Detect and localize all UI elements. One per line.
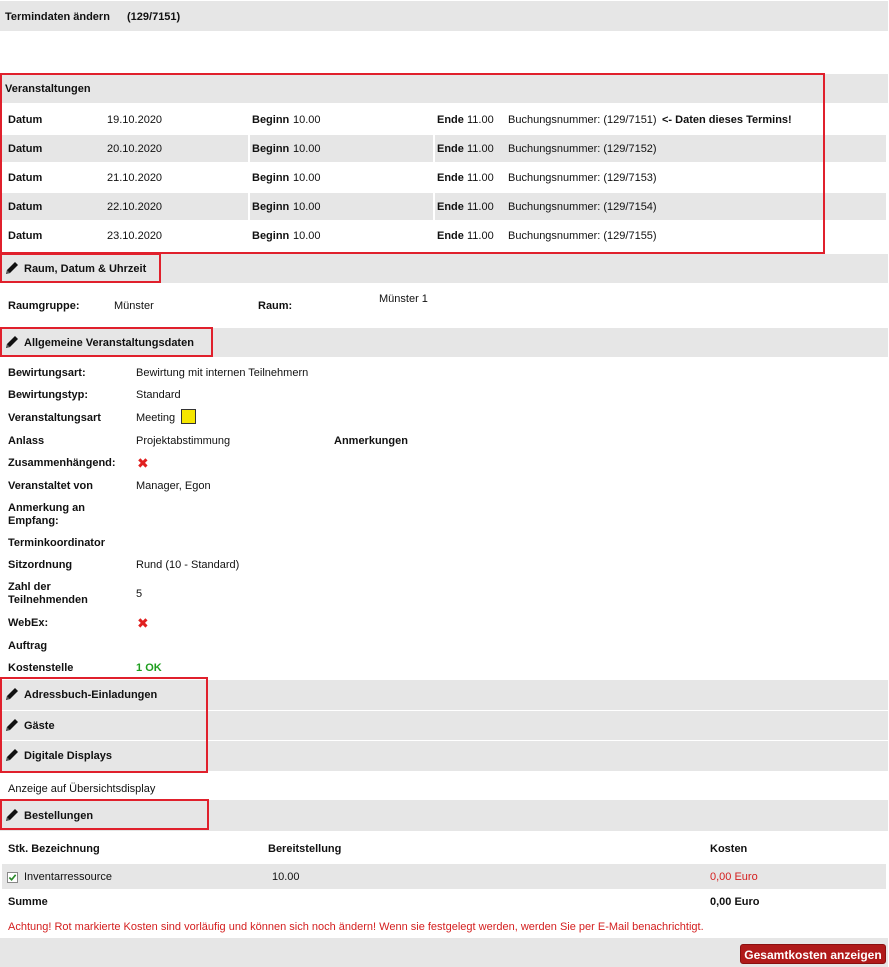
webex-label: WebEx: (8, 617, 49, 629)
highlight-box-events (0, 73, 825, 254)
sitzordnung-label: Sitzordnung (8, 559, 73, 571)
cross-icon: ✖ (137, 615, 149, 631)
orders-col-kosten: Kosten (710, 843, 748, 855)
veranstaltungsart-label: Veranstaltungsart (8, 412, 101, 424)
table-row: Inventarressource 10.00 0,00 Euro (2, 864, 886, 889)
display-note: Anzeige auf Übersichtsdisplay (8, 783, 156, 795)
teilnehmer-value: 5 (136, 588, 143, 600)
kostenstelle-value: 1 OK (136, 662, 162, 674)
room-group-value: Münster (114, 300, 154, 312)
room-label: Raum: (258, 300, 293, 312)
auftrag-label: Auftrag (8, 640, 48, 652)
kostenstelle-number: 1 (136, 662, 143, 674)
bewirtungsart-label: Bewirtungsart: (8, 367, 86, 379)
kostenstelle-label: Kostenstelle (8, 662, 74, 674)
page-title: Termindaten ändern (5, 11, 110, 23)
summe-label: Summe (8, 896, 48, 908)
cross-icon: ✖ (137, 455, 149, 471)
veranstaltet-value: Manager, Egon (136, 480, 211, 492)
veranstaltet-label: Veranstaltet von (8, 480, 93, 492)
sitzordnung-value: Rund (10 - Standard) (136, 559, 240, 571)
bewirtungstyp-value: Standard (136, 389, 181, 401)
anmerkung-empfang-label-2: Empfang: (8, 515, 59, 527)
anlass-label: Anlass (8, 435, 45, 447)
booking-id: (129/7151) (127, 11, 181, 23)
show-total-costs-button[interactable]: Gesamtkosten anzeigen (740, 944, 886, 964)
highlight-box-room (0, 253, 161, 283)
bewirtungsart-value: Bewirtung mit internen Teilnehmern (136, 367, 309, 379)
room-group-label: Raumgruppe: (8, 300, 80, 312)
highlight-box-general (0, 327, 213, 357)
orders-col-stk: Stk. Bezeichnung (8, 843, 100, 855)
event-type-color-swatch (181, 409, 196, 424)
order-name: Inventarressource (24, 871, 113, 883)
cost-warning: Achtung! Rot markierte Kosten sind vorlä… (8, 921, 704, 933)
order-cost: 0,00 Euro (710, 871, 758, 883)
bewirtungstyp-label: Bewirtungstyp: (8, 389, 89, 401)
orders-col-bereit: Bereitstellung (268, 843, 342, 855)
order-checkbox[interactable] (7, 872, 18, 883)
check-icon (8, 874, 17, 881)
summe-value: 0,00 Euro (710, 896, 760, 908)
room-value: Münster 1 (379, 293, 428, 305)
anmerkung-empfang-label-1: Anmerkung an (8, 502, 86, 514)
kostenstelle-status: OK (145, 662, 162, 674)
veranstaltungsart-value: Meeting (136, 412, 176, 424)
anlass-value: Projektabstimmung (136, 435, 231, 447)
terminkoordinator-label: Terminkoordinator (8, 537, 105, 549)
highlight-box-sections (0, 677, 208, 773)
title-bar: Termindaten ändern (129/7151) (0, 1, 888, 31)
teilnehmer-label-2: Teilnehmenden (8, 594, 88, 606)
zusammenhaengend-label: Zusammenhängend: (8, 457, 116, 469)
highlight-box-orders (0, 799, 209, 830)
order-time: 10.00 (272, 871, 300, 883)
teilnehmer-label-1: Zahl der (8, 581, 51, 593)
anmerkungen-label: Anmerkungen (334, 435, 408, 447)
